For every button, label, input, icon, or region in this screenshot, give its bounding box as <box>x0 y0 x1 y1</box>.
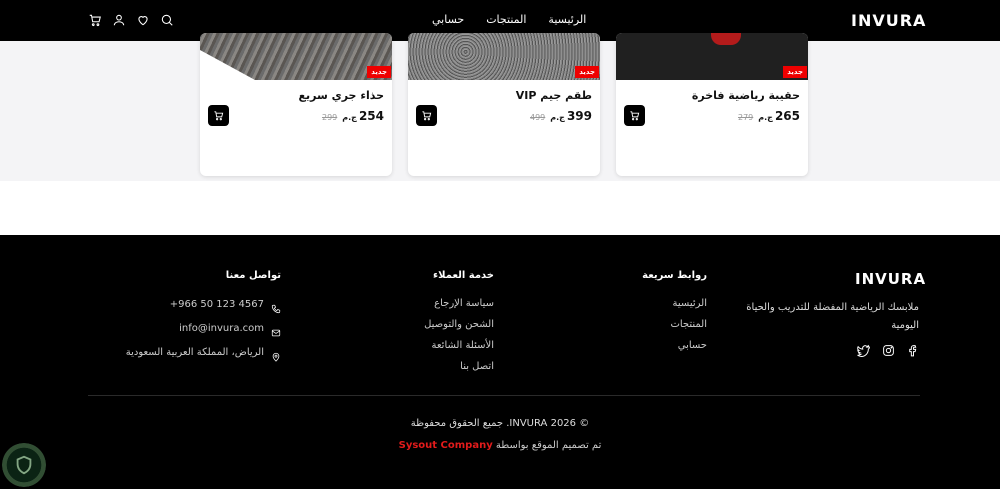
shield-watermark-icon <box>2 443 46 487</box>
phone-number[interactable]: +966 50 123 4567 <box>170 293 264 317</box>
product-name[interactable]: حقيبة رياضية فاخرة <box>692 89 800 102</box>
search-icon[interactable] <box>160 12 174 26</box>
product-name[interactable]: طقم جيم VIP <box>516 89 592 102</box>
contact-info: تواصل معنا +966 50 123 4567 info@invura.… <box>126 270 281 365</box>
mail-icon <box>271 324 281 337</box>
contact-phone: +966 50 123 4567 <box>126 293 281 317</box>
cart-icon <box>214 111 224 121</box>
add-to-cart-button[interactable] <box>416 105 437 126</box>
phone-icon <box>271 300 281 314</box>
product-image[interactable] <box>616 33 808 80</box>
heart-icon[interactable] <box>136 12 150 26</box>
copyright: © 2026 INVURA. جميع الحقوق محفوظة <box>410 418 590 429</box>
nav-item-products[interactable]: المنتجات <box>486 13 526 26</box>
site-footer: INVURA ملابسك الرياضية المفضلة للتدريب و… <box>0 235 1000 489</box>
cart-icon <box>630 111 640 121</box>
footer-link-account[interactable]: حسابي <box>642 335 707 356</box>
footer-link-contact[interactable]: اتصل بنا <box>424 356 494 377</box>
currency: ج.م <box>758 113 773 122</box>
footer-description: ملابسك الرياضية المفضلة للتدريب والحياة … <box>746 302 919 331</box>
main-nav: الرئيسية المنتجات حسابي <box>432 13 586 26</box>
cart-icon[interactable] <box>88 12 102 27</box>
nav-item-home[interactable]: الرئيسية <box>548 13 586 26</box>
footer-link-products[interactable]: المنتجات <box>642 314 707 335</box>
footer-link-faq[interactable]: الأسئلة الشائعة <box>424 335 495 356</box>
product-price: 265 <box>774 109 800 123</box>
product-price: 399 <box>566 109 592 123</box>
social-links <box>857 342 920 357</box>
design-credit: تم تصميم الموقع بواسطة Sysout Company <box>0 440 1000 451</box>
price-row: 265 ج.م 279 <box>738 109 800 123</box>
nav-item-account[interactable]: حسابي <box>432 13 464 26</box>
quick-links: روابط سريعة الرئيسية المنتجات حسابي <box>642 270 707 356</box>
price-row: 399 ج.م 499 <box>530 109 592 123</box>
contact-address: الرياض، المملكة العربية السعودية <box>126 341 281 365</box>
price-row: 254 ج.م 299 <box>322 109 384 123</box>
brand-logo[interactable]: INVURA <box>851 11 926 30</box>
location-pin-icon <box>271 348 281 362</box>
cart-icon <box>422 111 432 121</box>
add-to-cart-button[interactable] <box>624 105 645 126</box>
twitter-icon[interactable] <box>857 342 871 357</box>
customer-service-title: خدمة العملاء <box>433 270 494 281</box>
spacer-band <box>0 181 1000 235</box>
new-badge: جديد <box>367 66 391 78</box>
instagram-icon[interactable] <box>882 342 895 356</box>
email-address[interactable]: info@invura.com <box>179 317 264 341</box>
new-badge: جديد <box>575 66 599 78</box>
nav-icons <box>88 12 174 27</box>
facebook-icon[interactable] <box>907 342 920 357</box>
product-grid: جديد حقيبة رياضية فاخرة 265 ج.م 279 جديد… <box>0 33 1000 181</box>
product-card[interactable]: جديد حقيبة رياضية فاخرة 265 ج.م 279 <box>616 33 808 176</box>
quick-links-title: روابط سريعة <box>642 270 707 281</box>
address-text: الرياض، المملكة العربية السعودية <box>125 347 264 358</box>
currency: ج.م <box>550 113 565 122</box>
contact-title: تواصل معنا <box>225 270 281 281</box>
product-card[interactable]: جديد حذاء جري سريع 254 ج.م 299 <box>200 33 392 176</box>
product-image[interactable] <box>200 33 392 80</box>
credit-company-link[interactable]: Sysout Company <box>399 440 493 451</box>
new-badge: جديد <box>783 66 807 78</box>
product-price: 254 <box>358 109 384 123</box>
credit-prefix: تم تصميم الموقع بواسطة <box>495 440 602 451</box>
old-price: 499 <box>529 113 546 122</box>
customer-service: خدمة العملاء سياسة الإرجاع الشحن والتوصي… <box>424 270 494 377</box>
footer-link-shipping[interactable]: الشحن والتوصيل <box>424 314 494 335</box>
footer-link-home[interactable]: الرئيسية <box>642 293 707 314</box>
product-card[interactable]: جديد طقم جيم VIP 399 ج.م 499 <box>408 33 600 176</box>
footer-brand[interactable]: INVURA <box>855 270 926 288</box>
product-image[interactable] <box>408 33 600 80</box>
product-name[interactable]: حذاء جري سريع <box>299 89 385 102</box>
old-price: 279 <box>737 113 754 122</box>
contact-email: info@invura.com <box>126 317 281 341</box>
footer-divider <box>88 395 920 396</box>
footer-link-returns[interactable]: سياسة الإرجاع <box>424 293 494 314</box>
add-to-cart-button[interactable] <box>208 105 229 126</box>
currency: ج.م <box>342 113 357 122</box>
user-icon[interactable] <box>112 12 126 26</box>
old-price: 299 <box>321 113 338 122</box>
